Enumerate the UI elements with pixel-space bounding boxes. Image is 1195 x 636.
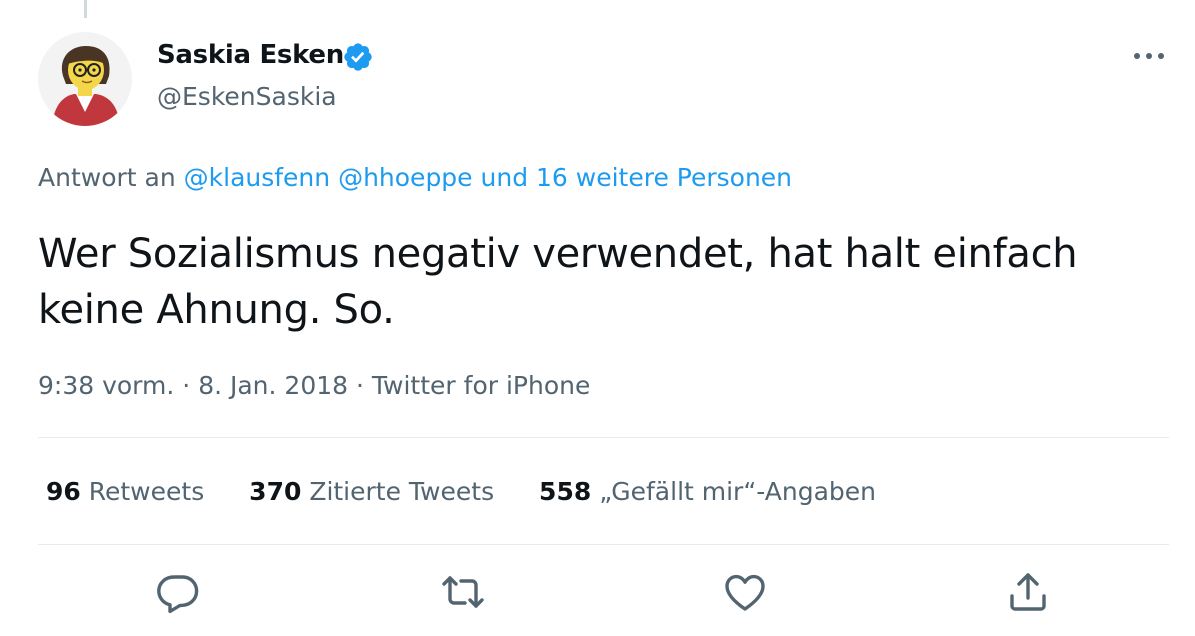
- retweets-count: 96: [46, 477, 81, 506]
- tweet-detail: Saskia Esken @EskenSaskia Antwort an @kl…: [0, 0, 1195, 636]
- heart-icon[interactable]: [721, 568, 769, 616]
- quotes-label: Zitierte Tweets: [309, 477, 495, 506]
- tweet-meta: 9:38 vorm. · 8. Jan. 2018 · Twitter for …: [38, 371, 590, 400]
- reply-mentions-link[interactable]: @klausfenn @hhoeppe und 16 weitere Perso…: [184, 163, 792, 192]
- divider: [38, 437, 1169, 438]
- quotes-stat[interactable]: 370 Zitierte Tweets: [249, 477, 494, 506]
- tweet-stats: 96 Retweets 370 Zitierte Tweets 558 „Gef…: [46, 477, 913, 506]
- user-handle[interactable]: @EskenSaskia: [157, 82, 337, 111]
- likes-count: 558: [539, 477, 592, 506]
- quotes-count: 370: [249, 477, 302, 506]
- verified-badge-icon: [342, 41, 374, 73]
- retweets-label: Retweets: [88, 477, 205, 506]
- reply-icon[interactable]: [154, 568, 202, 616]
- likes-stat[interactable]: 558 „Gefällt mir“-Angaben: [539, 477, 876, 506]
- share-icon[interactable]: [1004, 568, 1052, 616]
- tweet-text: Wer Sozialismus negativ verwendet, hat h…: [38, 231, 1078, 333]
- tweet-source[interactable]: Twitter for iPhone: [372, 371, 590, 400]
- retweets-stat[interactable]: 96 Retweets: [46, 477, 204, 506]
- likes-label: „Gefällt mir“-Angaben: [599, 477, 876, 506]
- thread-line: [84, 0, 87, 18]
- retweet-icon[interactable]: [439, 568, 487, 616]
- tweet-time[interactable]: 9:38 vorm.: [38, 371, 174, 400]
- display-name[interactable]: Saskia Esken: [157, 40, 344, 70]
- reply-prefix: Antwort an: [38, 163, 176, 192]
- reply-context: Antwort an @klausfenn @hhoeppe und 16 we…: [38, 163, 792, 192]
- meta-separator: ·: [182, 371, 191, 400]
- divider: [38, 544, 1169, 545]
- more-horizontal-icon[interactable]: [1126, 36, 1172, 76]
- tweet-date[interactable]: 8. Jan. 2018: [198, 371, 348, 400]
- avatar[interactable]: [38, 32, 132, 126]
- meta-separator: ·: [356, 371, 364, 400]
